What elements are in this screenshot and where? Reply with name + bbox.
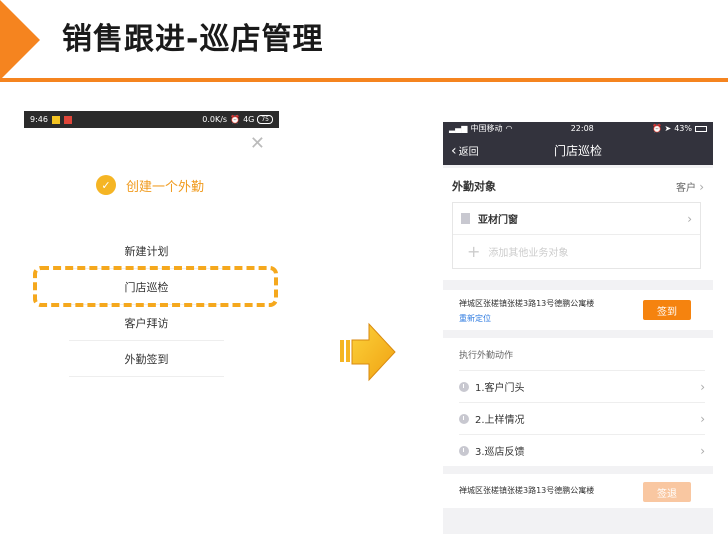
clock-icon — [459, 381, 469, 392]
menu-item-label: 新建计划 — [124, 244, 169, 258]
clock-icon — [459, 413, 469, 424]
store-item[interactable]: 亚材门窗 › — [453, 203, 700, 235]
status-carrier: 中国移动 — [470, 124, 503, 133]
relocate-link[interactable]: 重新定位 — [459, 313, 491, 324]
notification-icon — [51, 115, 60, 124]
actions-card: 执行外勤动作 1.客户门头 › 2.上样情况 › 3.巡店反馈 › — [443, 338, 713, 466]
menu-item-label: 客户拜访 — [124, 316, 169, 330]
checkin-button[interactable]: 签到 — [643, 300, 691, 320]
battery-icon — [695, 125, 707, 132]
field-visit-icon: ✓ — [96, 175, 116, 195]
right-status-bar: ▂▄▆ 中国移动 ◠ 22:08 ⏰ ➤ 43% — [443, 122, 713, 135]
checkin-card: 禅城区张槎镇张槎3路13号德鹏公寓楼 重新定位 签到 — [443, 290, 713, 330]
menu-item-new-plan[interactable]: 新建计划 — [69, 233, 224, 269]
plus-icon: + — [467, 242, 481, 261]
status-signal: 4G — [243, 115, 255, 124]
field-target-row[interactable]: 外勤对象 客户 › — [452, 178, 704, 194]
create-field-visit-header: ✓ 创建一个外勤 — [96, 175, 204, 195]
store-name: 亚材门窗 — [478, 215, 518, 226]
chevron-right-icon: › — [687, 211, 692, 226]
chevron-right-icon: › — [700, 379, 705, 394]
slide: 销售跟进-巡店管理 9:46 0.0K/s ⏰ 4G 75 ✕ ✓ 创建一个外勤… — [0, 0, 728, 534]
action-item[interactable]: 1.客户门头 › — [459, 370, 705, 402]
nav-bar: ‹ 返回 门店巡检 — [443, 135, 713, 165]
status-time: 22:08 — [570, 124, 594, 133]
left-phone-screen: 9:46 0.0K/s ⏰ 4G 75 ✕ ✓ 创建一个外勤 新建计划 门店巡检… — [24, 111, 279, 534]
left-status-bar: 9:46 0.0K/s ⏰ 4G 75 — [24, 111, 279, 128]
nav-title: 门店巡检 — [553, 143, 602, 158]
target-list-box: 亚材门窗 › + 添加其他业务对象 — [452, 202, 701, 269]
field-target-label: 外勤对象 — [452, 180, 496, 193]
chevron-right-icon: › — [699, 179, 704, 194]
close-icon[interactable]: ✕ — [250, 133, 265, 154]
back-label: 返回 — [458, 147, 479, 158]
chevron-right-icon: › — [700, 411, 705, 426]
menu-item-label: 外勤签到 — [124, 352, 169, 366]
chevron-left-icon: ‹ — [451, 142, 457, 159]
status-network-speed: 0.0K/s — [202, 115, 228, 124]
back-button[interactable]: ‹ 返回 — [451, 142, 479, 159]
clock-icon — [459, 445, 469, 456]
alarm-icon: ⏰ — [230, 115, 241, 124]
checkout-card: 禅城区张槎镇张槎3路13号德鹏公寓楼 签退 — [443, 474, 713, 508]
action-label: 2.上样情况 — [475, 415, 525, 426]
battery-icon: 75 — [257, 115, 273, 124]
action-item[interactable]: 2.上样情况 › — [459, 402, 705, 434]
add-target-placeholder: 添加其他业务对象 — [488, 248, 569, 259]
field-target-value: 客户 — [676, 182, 696, 194]
create-field-visit-label: 创建一个外勤 — [126, 179, 205, 195]
highlight-dashed-box — [33, 266, 278, 307]
status-icons: ⏰ ➤ — [652, 124, 672, 133]
action-label: 1.客户门头 — [475, 383, 525, 394]
actions-header: 执行外勤动作 — [459, 351, 514, 361]
signal-icon: ▂▄▆ — [449, 124, 468, 133]
action-label: 3.巡店反馈 — [475, 447, 525, 458]
action-item[interactable]: 3.巡店反馈 › — [459, 434, 705, 466]
status-battery-percent: 43% — [674, 124, 692, 133]
building-icon — [461, 213, 470, 224]
chevron-right-icon: › — [700, 443, 705, 458]
status-time: 9:46 — [30, 115, 48, 124]
wifi-icon: ◠ — [505, 124, 513, 133]
checkin-address: 禅城区张槎镇张槎3路13号德鹏公寓楼 — [459, 299, 595, 308]
header-divider — [0, 78, 728, 82]
checkout-button[interactable]: 签退 — [643, 482, 691, 502]
header-arrow-decoration — [0, 0, 40, 80]
app-notification-icon — [63, 115, 72, 124]
field-target-card: 外勤对象 客户 › 亚材门窗 › + 添加其他业务对象 — [443, 168, 713, 280]
right-arrow-icon — [340, 322, 396, 382]
add-target-row[interactable]: + 添加其他业务对象 — [453, 235, 700, 268]
right-phone-screen: ▂▄▆ 中国移动 ◠ 22:08 ⏰ ➤ 43% ‹ 返回 门店巡检 外勤对象 … — [443, 122, 713, 534]
menu-item-field-checkin[interactable]: 外勤签到 — [69, 341, 224, 377]
menu-item-customer-visit[interactable]: 客户拜访 — [69, 305, 224, 341]
checkout-address: 禅城区张槎镇张槎3路13号德鹏公寓楼 — [459, 486, 595, 495]
slide-title: 销售跟进-巡店管理 — [62, 22, 324, 57]
